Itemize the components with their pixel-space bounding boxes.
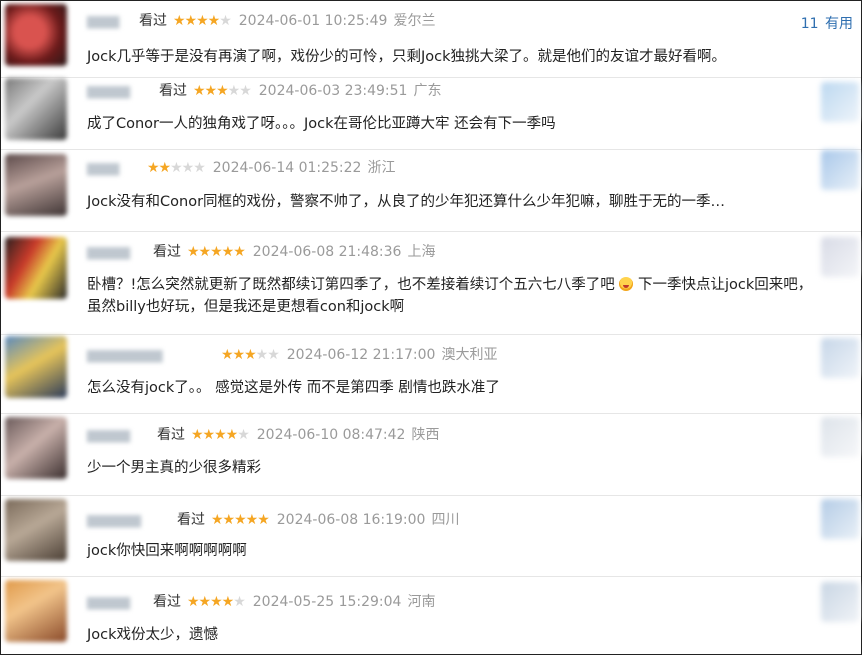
blurred-overlay [821,499,859,539]
review-time: 2024-06-08 21:48:36 [252,244,402,260]
username[interactable]: ▆▆▆▆▆▆▆ [87,345,217,365]
review-time: 2024-06-14 01:25:22 [212,160,362,176]
username[interactable]: ▆▆▆▆▆ [87,510,173,530]
rating-stars: ★★★★★ [221,347,280,363]
review-time: 2024-06-12 21:17:00 [286,347,436,363]
review-item: ▆▆▆▆ 看过 ★★★★★ 2024-06-03 23:49:51 广东 成了Conor… [1,78,861,152]
blurred-overlay [821,582,859,622]
review-content: jock你快回来啊啊啊啊啊 [87,543,247,559]
helpful-label: 有用 [825,16,853,32]
review-item: ▆▆▆▆▆ 看过 ★★★★★ 2024-06-08 16:19:00 四川 jock你快… [1,495,861,577]
review-item: ▆▆▆ 看过 ★★★★★ 2024-06-01 10:25:49 爱尔兰 11 有用 J… [1,0,861,78]
watch-status: 看过 [177,512,205,528]
review-meta: ▆▆▆▆ 看过 ★★★★★ 2024-06-03 23:49:51 广东 [87,81,441,101]
watch-status: 看过 [139,13,167,29]
username[interactable]: ▆▆▆▆ [87,592,149,612]
blurred-overlay [821,417,859,457]
review-meta: ▆▆▆ 看过 ★★★★★ 2024-06-01 10:25:49 爱尔兰 [87,11,435,31]
review-location: 爱尔兰 [393,13,436,29]
review-meta: ▆▆▆▆ 看过 ★★★★★ 2024-06-08 21:48:36 上海 [87,242,435,262]
review-meta: ▆▆▆▆▆ 看过 ★★★★★ 2024-06-08 16:19:00 四川 [87,510,459,530]
user-avatar[interactable] [5,499,67,561]
rating-stars: ★★★★★ [191,427,250,443]
helpful-button[interactable]: 11 有用 [799,13,853,33]
username[interactable]: ▆▆▆ [87,11,135,31]
blurred-overlay [821,237,859,277]
review-item: ▆▆▆ ★★★★★ 2024-06-14 01:25:22 浙江 Jock没有和Con… [1,150,861,232]
rating-stars: ★★★★★ [193,83,252,99]
review-meta: ▆▆▆▆ 看过 ★★★★★ 2024-05-25 15:29:04 河南 [87,592,435,612]
review-content: 成了Conor一人的独角戏了呀。。。Jock在哥伦比亚蹲大牢 还会有下一季吗 [87,116,556,132]
review-location: 上海 [407,244,436,260]
review-time: 2024-06-03 23:49:51 [258,83,408,99]
review-item: ▆▆▆▆ 看过 ★★★★★ 2024-06-08 21:48:36 上海 卧槽？!怎么突… [1,231,861,335]
review-item: ▆▆▆▆ 看过 ★★★★★ 2024-06-10 08:47:42 陕西 少一个男主真的… [1,413,861,496]
user-avatar[interactable] [5,154,67,216]
review-location: 河南 [407,594,436,610]
review-meta: ▆▆▆▆ 看过 ★★★★★ 2024-06-10 08:47:42 陕西 [87,425,439,445]
username[interactable]: ▆▆▆ [87,158,143,178]
rating-stars: ★★★★★ [187,244,246,260]
rating-stars: ★★★★★ [187,594,246,610]
helpful-count: 11 [800,16,819,32]
review-location: 四川 [431,512,460,528]
watch-status: 看过 [153,244,181,260]
review-location: 浙江 [367,160,396,176]
username[interactable]: ▆▆▆▆ [87,425,153,445]
review-content: 怎么没有jock了。。 感觉这是外传 而不是第四季 剧情也跌水准了 [87,380,500,396]
user-avatar[interactable] [5,237,67,299]
review-time: 2024-06-10 08:47:42 [256,427,406,443]
user-avatar[interactable] [5,4,67,66]
review-content: 少一个男主真的少很多精彩 [87,460,261,476]
crying-emoji-icon [619,277,634,291]
review-content: Jock戏份太少，遗憾 [87,627,219,643]
review-meta: ▆▆▆ ★★★★★ 2024-06-14 01:25:22 浙江 [87,158,395,178]
rating-stars: ★★★★★ [173,13,232,29]
review-time: 2024-05-25 15:29:04 [252,594,402,610]
blurred-overlay [821,338,859,378]
review-time: 2024-06-01 10:25:49 [238,13,388,29]
blurred-overlay [821,150,859,190]
rating-stars: ★★★★★ [147,160,206,176]
review-location: 澳大利亚 [441,347,498,363]
rating-stars: ★★★★★ [211,512,270,528]
user-avatar[interactable] [5,580,67,642]
review-location: 陕西 [411,427,440,443]
review-content: Jock几乎等于是没有再演了啊，戏份少的可怜，只剩Jock独挑大梁了。就是他们的… [87,49,727,65]
username[interactable]: ▆▆▆▆ [87,81,155,101]
review-content-part: 卧槽？!怎么突然就更新了既然都续订第四季了，也不差接着续订个五六七八季了吧 [87,277,615,293]
review-item: ▆▆▆▆ 看过 ★★★★★ 2024-05-25 15:29:04 河南 Jock戏份太… [1,576,861,654]
review-content: 卧槽？!怎么突然就更新了既然都续订第四季了，也不差接着续订个五六七八季了吧 下一… [87,274,821,318]
watch-status: 看过 [157,427,185,443]
blurred-overlay [821,82,859,122]
review-content: Jock没有和Conor同框的戏份，警察不帅了，从良了的少年犯还算什么少年犯嘛，… [87,194,726,210]
watch-status: 看过 [159,83,187,99]
review-item: ▆▆▆▆▆▆▆ ★★★★★ 2024-06-12 21:17:00 澳大利亚 怎么没有… [1,334,861,414]
watch-status: 看过 [153,594,181,610]
user-avatar[interactable] [5,78,67,140]
review-time: 2024-06-08 16:19:00 [276,512,426,528]
user-avatar[interactable] [5,336,67,398]
review-location: 广东 [413,83,442,99]
username[interactable]: ▆▆▆▆ [87,242,149,262]
user-avatar[interactable] [5,417,67,479]
review-meta: ▆▆▆▆▆▆▆ ★★★★★ 2024-06-12 21:17:00 澳大利亚 [87,345,497,365]
